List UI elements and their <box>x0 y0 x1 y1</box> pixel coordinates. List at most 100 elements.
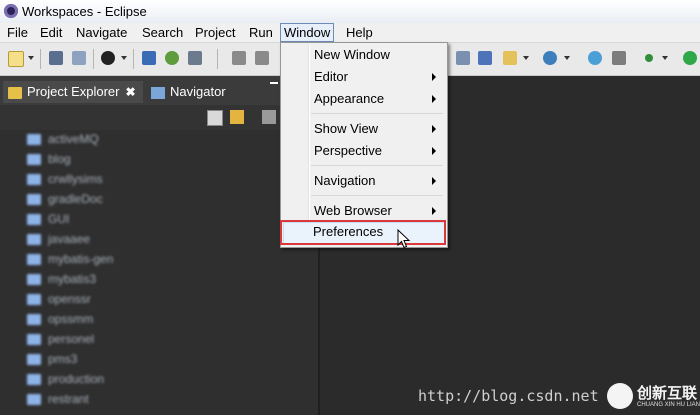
folder-icon <box>27 154 41 166</box>
folder-icon <box>27 274 41 286</box>
save-icon[interactable] <box>49 51 63 65</box>
submenu-arrow-icon <box>432 73 436 81</box>
submenu-arrow-icon <box>432 177 436 185</box>
menu-item-perspective[interactable]: Perspective <box>314 141 382 161</box>
close-icon[interactable]: ✖ <box>125 85 135 99</box>
server-dropdown-icon[interactable] <box>564 56 570 60</box>
tree-item[interactable]: activeMQ <box>27 132 99 150</box>
toolbar-separator <box>217 49 218 69</box>
explorer-tab-bar: Project Explorer ✖ Navigator <box>0 76 318 105</box>
search-icon[interactable] <box>612 51 626 65</box>
tree-item[interactable]: gradleDoc <box>27 192 103 210</box>
submenu-arrow-icon <box>432 207 436 215</box>
folder-icon <box>27 174 41 186</box>
menu-help[interactable]: Help <box>343 24 376 41</box>
tree-item[interactable]: personel <box>27 332 94 350</box>
folder-icon <box>27 294 41 306</box>
project-explorer-icon <box>8 86 22 99</box>
menu-separator <box>311 165 443 166</box>
submenu-arrow-icon <box>432 147 436 155</box>
link-with-editor-icon[interactable] <box>230 110 244 124</box>
tab-navigator[interactable]: Navigator <box>147 81 226 103</box>
tree-item[interactable]: pms3 <box>27 352 77 370</box>
profile-icon[interactable] <box>101 51 115 65</box>
tree-item[interactable]: javaaee <box>27 232 90 250</box>
menu-bar: File Edit Navigate Search Project Run Wi… <box>0 23 700 43</box>
folder-icon <box>27 134 41 146</box>
tree-item[interactable]: openssr <box>27 292 91 310</box>
toolbar-separator <box>93 49 94 69</box>
open-type-dropdown-icon[interactable] <box>523 56 529 60</box>
view-menu-icon[interactable] <box>262 110 276 124</box>
submenu-arrow-icon <box>432 95 436 103</box>
save-all-icon[interactable] <box>72 51 86 65</box>
tree-item[interactable]: opssmm <box>27 312 93 330</box>
edit-icon[interactable] <box>456 51 470 65</box>
menu-window[interactable]: Window <box>280 23 335 42</box>
folder-icon <box>27 354 41 366</box>
tree-item[interactable]: crwllysims <box>27 172 103 190</box>
profile-dropdown-icon[interactable] <box>121 56 127 60</box>
toolbar-separator <box>40 49 41 69</box>
tree-item[interactable]: GUI <box>27 212 69 230</box>
external-tools-dropdown-icon[interactable] <box>662 56 668 60</box>
server-icon[interactable] <box>543 51 557 65</box>
folder-icon <box>27 314 41 326</box>
menu-item-new-window[interactable]: New Window <box>314 45 390 65</box>
menu-project[interactable]: Project <box>192 24 238 41</box>
watermark-url: http://blog.csdn.net <box>418 387 599 405</box>
menu-run[interactable]: Run <box>246 24 276 41</box>
brand-subtitle: CHUANG XIN HU LIAN <box>637 402 700 408</box>
preferences-highlight-box <box>280 220 446 245</box>
folder-icon <box>27 214 41 226</box>
resume-icon[interactable] <box>232 51 246 65</box>
tree-item[interactable]: production <box>27 372 104 390</box>
menu-item-navigation[interactable]: Navigation <box>314 171 375 191</box>
menu-navigate[interactable]: Navigate <box>73 24 130 41</box>
minimize-icon[interactable] <box>270 82 278 84</box>
menu-edit[interactable]: Edit <box>37 24 65 41</box>
new-dropdown-icon[interactable] <box>28 56 34 60</box>
eclipse-logo-icon <box>4 4 18 18</box>
run-icon[interactable] <box>683 51 697 65</box>
explorer-toolbar <box>0 105 318 130</box>
navigator-icon <box>151 86 165 99</box>
pen-icon[interactable] <box>478 51 492 65</box>
folder-icon <box>27 234 41 246</box>
folder-icon <box>27 374 41 386</box>
globe-icon[interactable] <box>588 51 602 65</box>
title-bar: Workspaces - Eclipse <box>0 0 700 24</box>
tree-item[interactable]: mybatis3 <box>27 272 96 290</box>
window-menu-dropdown: New Window Editor Appearance Show View P… <box>280 42 448 248</box>
menu-file[interactable]: File <box>4 24 31 41</box>
open-type-icon[interactable] <box>503 51 517 65</box>
menu-item-web-browser[interactable]: Web Browser <box>314 201 392 221</box>
tree-item[interactable]: restrant <box>27 392 89 410</box>
skip-breakpoints-icon[interactable] <box>188 51 202 65</box>
submenu-arrow-icon <box>432 125 436 133</box>
toolbar-separator <box>133 49 134 69</box>
annotation-icon[interactable] <box>165 51 179 65</box>
menu-separator <box>311 113 443 114</box>
menu-separator <box>311 195 443 196</box>
menu-item-appearance[interactable]: Appearance <box>314 89 384 109</box>
navigator-label: Navigator <box>170 84 226 99</box>
new-icon[interactable] <box>8 51 24 67</box>
tree-item[interactable]: blog <box>27 152 71 170</box>
folder-icon <box>27 254 41 266</box>
menu-item-show-view[interactable]: Show View <box>314 119 378 139</box>
menu-item-editor[interactable]: Editor <box>314 67 348 87</box>
collapse-all-icon[interactable] <box>207 110 223 126</box>
tree-item[interactable]: mybatis-gen <box>27 252 113 270</box>
folder-icon <box>27 334 41 346</box>
console-icon[interactable] <box>142 51 156 65</box>
window-title: Workspaces - Eclipse <box>22 4 147 19</box>
menu-search[interactable]: Search <box>139 24 186 41</box>
external-tools-icon[interactable] <box>645 54 653 62</box>
brand-name: 创新互联 <box>637 385 698 402</box>
folder-icon <box>27 194 41 206</box>
brand-badge-icon <box>607 383 633 409</box>
suspend-icon[interactable] <box>255 51 269 65</box>
brand-logo: 创新互联 CHUANG XIN HU LIAN <box>605 380 700 415</box>
tab-project-explorer[interactable]: Project Explorer ✖ <box>3 81 143 103</box>
